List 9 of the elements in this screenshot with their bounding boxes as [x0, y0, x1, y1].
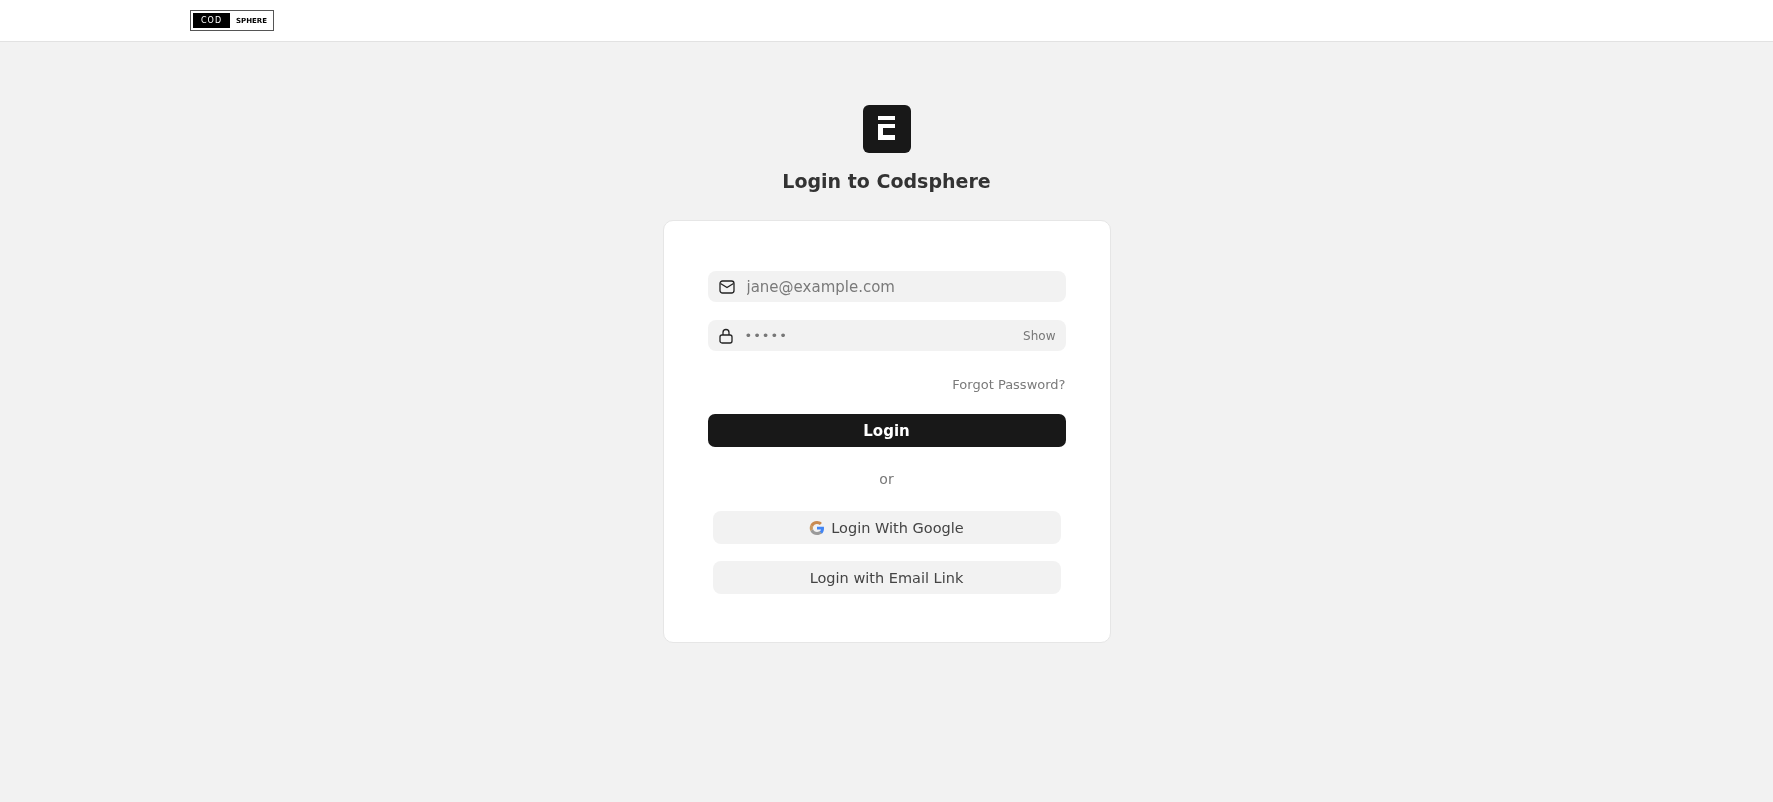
- show-password-button[interactable]: Show: [1023, 328, 1056, 343]
- google-login-button[interactable]: Login With Google: [712, 511, 1061, 544]
- login-button[interactable]: Login: [707, 414, 1066, 447]
- separator-text: or: [879, 471, 894, 487]
- password-field[interactable]: ••••• Show: [707, 320, 1066, 351]
- email-link-button[interactable]: Login with Email Link: [712, 561, 1061, 594]
- forgot-password-link[interactable]: Forgot Password?: [952, 377, 1066, 392]
- page-title: Login to Codsphere: [782, 170, 991, 192]
- email-field[interactable]: jane@example.com: [707, 271, 1066, 302]
